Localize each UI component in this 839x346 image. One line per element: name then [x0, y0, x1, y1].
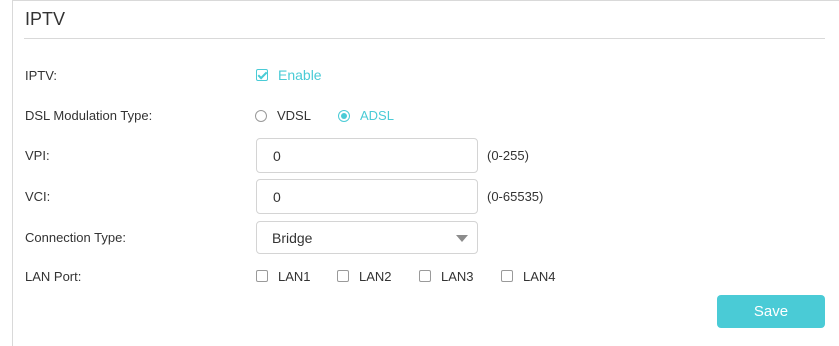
- lan2-label[interactable]: LAN2: [359, 269, 392, 284]
- adsl-radio-label[interactable]: ADSL: [360, 108, 394, 123]
- vpi-label: VPI:: [25, 148, 50, 163]
- iptv-label: IPTV:: [25, 68, 58, 83]
- vpi-range-hint: (0-255): [487, 148, 529, 163]
- vci-label: VCI:: [25, 189, 51, 204]
- dsl-modulation-label: DSL Modulation Type:: [25, 108, 153, 123]
- lan2-checkbox[interactable]: [337, 270, 349, 282]
- connection-type-label: Connection Type:: [25, 230, 126, 245]
- iptv-panel: [12, 0, 839, 346]
- lan1-checkbox[interactable]: [256, 270, 268, 282]
- vci-input[interactable]: [256, 179, 478, 214]
- lan1-label[interactable]: LAN1: [278, 269, 311, 284]
- connection-type-value: Bridge: [272, 230, 313, 246]
- title-divider: [24, 38, 825, 39]
- lan-port-label: LAN Port:: [25, 269, 82, 284]
- iptv-enable-checkbox[interactable]: [256, 69, 268, 81]
- vpi-input[interactable]: [256, 138, 478, 173]
- vdsl-radio[interactable]: [255, 110, 267, 122]
- connection-type-select[interactable]: Bridge: [256, 221, 478, 254]
- chevron-down-icon: [456, 235, 468, 242]
- lan4-checkbox[interactable]: [501, 270, 513, 282]
- adsl-radio[interactable]: [338, 110, 350, 122]
- save-button[interactable]: Save: [717, 295, 825, 328]
- lan3-checkbox[interactable]: [419, 270, 431, 282]
- lan4-label[interactable]: LAN4: [523, 269, 556, 284]
- section-title: IPTV: [25, 9, 66, 29]
- iptv-enable-label[interactable]: Enable: [278, 67, 322, 83]
- vci-range-hint: (0-65535): [487, 189, 544, 204]
- lan3-label[interactable]: LAN3: [441, 269, 474, 284]
- vdsl-radio-label[interactable]: VDSL: [277, 108, 311, 123]
